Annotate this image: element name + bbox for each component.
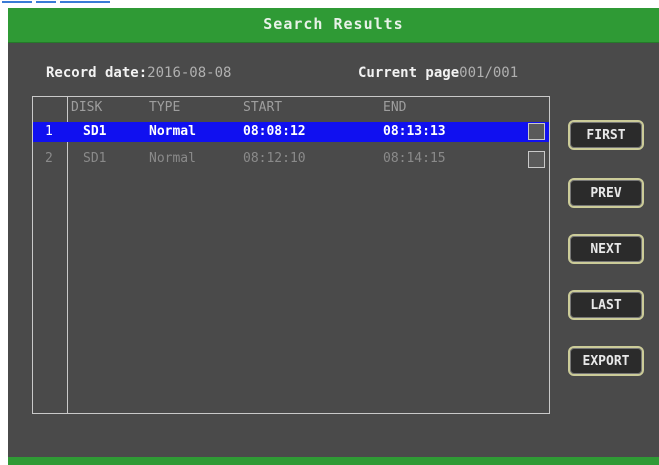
- dvr-screen: Search Results Record date:2016-08-08 Cu…: [8, 8, 659, 465]
- row-index: 2: [45, 151, 53, 166]
- column-header-disk: DISK: [71, 100, 103, 115]
- first-button[interactable]: FIRST: [568, 120, 644, 150]
- current-page-value: 001/001: [459, 65, 519, 81]
- title-bar: Search Results: [8, 8, 659, 43]
- decorative-dash: [2, 1, 32, 3]
- row-index: 1: [45, 124, 53, 139]
- bottom-bar: [8, 457, 659, 465]
- row-2-checkbox[interactable]: [528, 151, 545, 168]
- decorative-dash: [60, 1, 110, 3]
- column-header-end: END: [383, 100, 407, 115]
- row-start: 08:08:12: [243, 124, 306, 139]
- record-date: Record date:2016-08-08: [46, 65, 231, 81]
- column-header-start: START: [243, 100, 283, 115]
- last-button[interactable]: LAST: [568, 290, 644, 320]
- result-row-2[interactable]: 2 SD1 Normal 08:12:10 08:14:15: [33, 149, 549, 169]
- row-type: Normal: [149, 124, 196, 139]
- results-list: DISK TYPE START END 1 SD1 Normal 08:08:1…: [32, 96, 550, 414]
- row-start: 08:12:10: [243, 151, 306, 166]
- row-disk: SD1: [83, 124, 107, 139]
- record-date-label: Record date:: [46, 65, 148, 81]
- column-header-type: TYPE: [149, 100, 181, 115]
- current-page: Current page001/001: [358, 65, 518, 81]
- row-disk: SD1: [83, 151, 107, 166]
- row-1-checkbox[interactable]: [528, 123, 545, 140]
- current-page-label: Current page: [358, 65, 460, 81]
- record-date-value: 2016-08-08: [147, 65, 232, 81]
- row-end: 08:13:13: [383, 124, 446, 139]
- row-type: Normal: [149, 151, 196, 166]
- result-row-1[interactable]: 1 SD1 Normal 08:08:12 08:13:13: [33, 122, 549, 142]
- prev-button[interactable]: PREV: [568, 178, 644, 208]
- window-title: Search Results: [263, 15, 404, 33]
- index-column-divider: [67, 97, 68, 413]
- next-button[interactable]: NEXT: [568, 234, 644, 264]
- row-end: 08:14:15: [383, 151, 446, 166]
- export-button[interactable]: EXPORT: [568, 346, 644, 376]
- decorative-dash: [36, 1, 56, 3]
